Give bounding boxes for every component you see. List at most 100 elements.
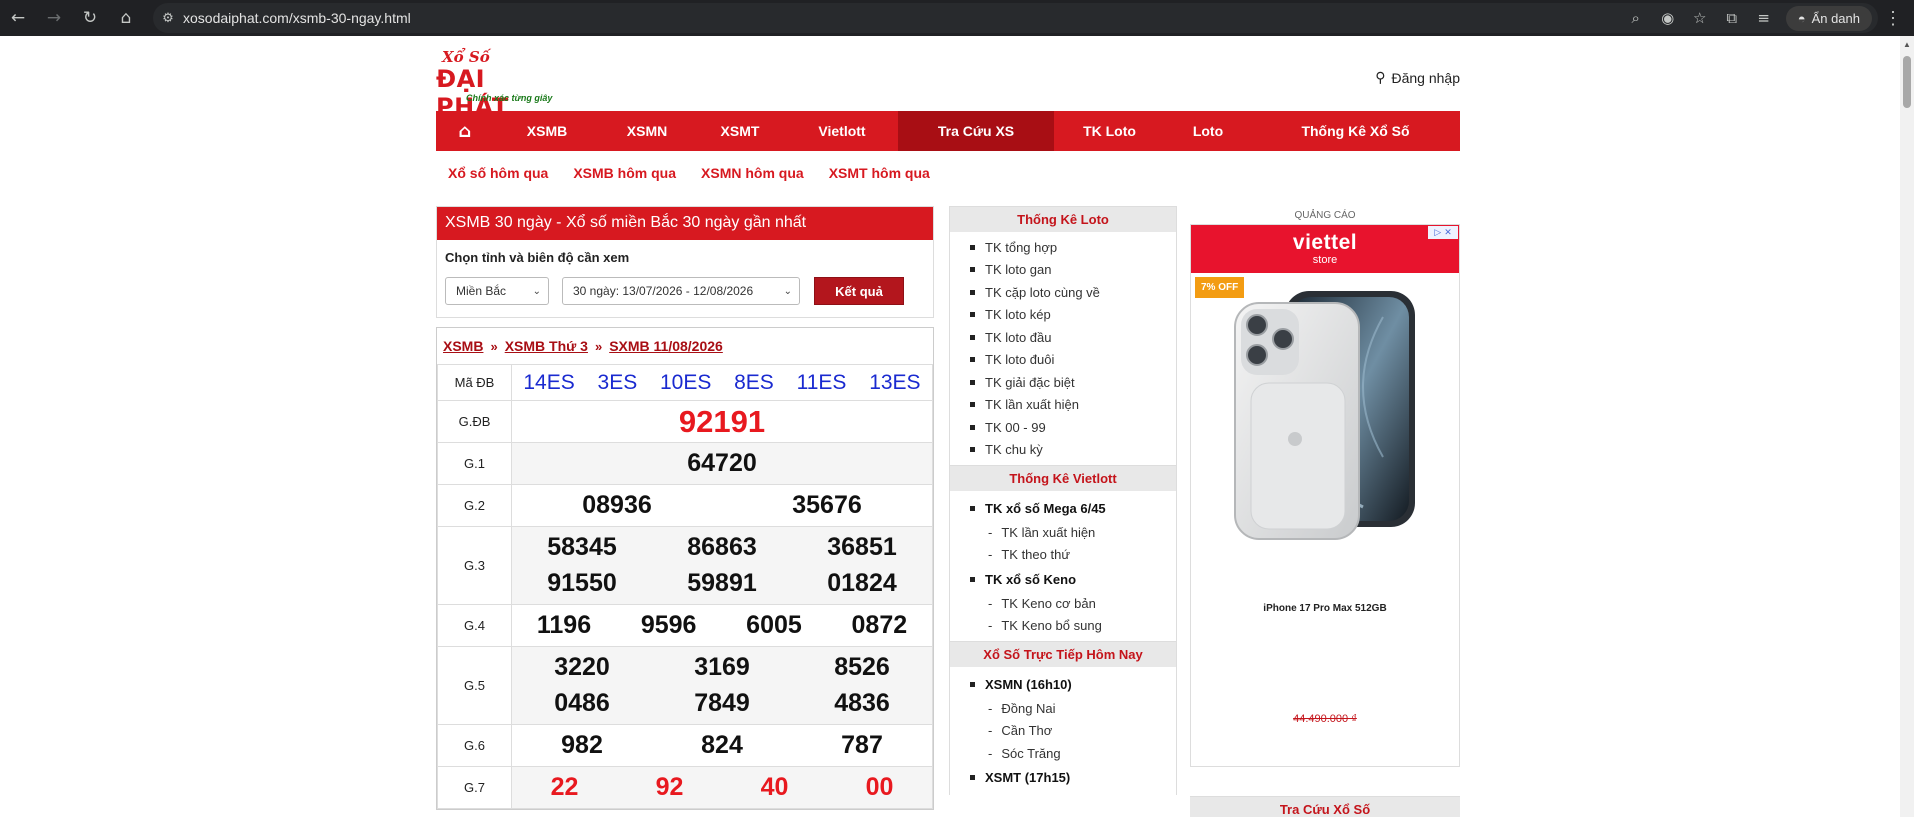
login-link[interactable]: ⚲ Đăng nhập bbox=[1375, 70, 1460, 86]
subnav-xsmt-hom-qua[interactable]: XSMT hôm qua bbox=[829, 165, 930, 181]
eye-off-icon[interactable]: ◉ bbox=[1652, 9, 1684, 27]
prize-number: 92 bbox=[655, 773, 684, 801]
sidebar-subitem[interactable]: - TK Keno bổ sung bbox=[970, 615, 1176, 638]
sidebar-item[interactable]: TK loto kép bbox=[970, 304, 1176, 327]
sidebar-subitem[interactable]: - Cần Thơ bbox=[970, 720, 1176, 743]
extensions-icon[interactable]: ⧉ bbox=[1716, 9, 1748, 27]
sidebar-item[interactable]: TK loto gan bbox=[970, 259, 1176, 282]
sidebar-item-keno[interactable]: TK xổ số Keno bbox=[970, 566, 1176, 592]
subnav-xsmb-hom-qua[interactable]: XSMB hôm qua bbox=[573, 165, 676, 181]
dash-icon: - bbox=[988, 700, 993, 716]
forward-icon[interactable]: → bbox=[36, 0, 72, 36]
submit-button[interactable]: Kết quả bbox=[814, 277, 904, 305]
nav-vietlott[interactable]: Vietlott bbox=[786, 111, 898, 151]
prize-number: 787 bbox=[841, 731, 883, 759]
prize-number: 8526 bbox=[834, 653, 890, 681]
ad-banner[interactable]: viettel store ▷ ✕ 7% OFF iPhone 17 Pro M… bbox=[1190, 224, 1460, 767]
table-row: G.6 982 824 787 bbox=[437, 724, 933, 767]
sidebar-subitem[interactable]: - TK theo thứ bbox=[970, 544, 1176, 567]
site-info-icon[interactable]: ⚙ bbox=[153, 11, 183, 26]
home-icon[interactable]: ⌂ bbox=[108, 0, 144, 36]
nav-loto[interactable]: Loto bbox=[1165, 111, 1251, 151]
nav-xsmb[interactable]: XSMB bbox=[494, 111, 600, 151]
sidebar-item-label: TK loto đuôi bbox=[985, 352, 1055, 368]
logo-small-text: Xổ Số bbox=[442, 48, 490, 66]
chevron-down-icon: ⌄ bbox=[532, 285, 541, 297]
nav-thong-ke-xo-so[interactable]: Thống Kê Xổ Số bbox=[1251, 111, 1460, 151]
page-scrollbar[interactable]: ▲ bbox=[1900, 36, 1914, 817]
bullet-icon bbox=[970, 447, 975, 453]
sidebar-subitem[interactable]: - TK lần xuất hiện bbox=[970, 521, 1176, 544]
close-icon[interactable]: ✕ bbox=[1444, 227, 1452, 238]
sidebar-item-label: Sóc Trăng bbox=[1001, 745, 1061, 761]
crumb-xsmb-thu-3[interactable]: XSMB Thứ 3 bbox=[505, 338, 588, 354]
sidebar-item[interactable]: TK lần xuất hiện bbox=[970, 394, 1176, 417]
browser-toolbar: ← → ↻ ⌂ ⚙ xosodaiphat.com/xsmb-30-ngay.h… bbox=[0, 0, 1914, 36]
scrollbar-thumb[interactable] bbox=[1903, 56, 1911, 108]
back-icon[interactable]: ← bbox=[0, 0, 36, 36]
zoom-icon[interactable]: ⌕ bbox=[1620, 9, 1652, 27]
special-code: 10ES bbox=[659, 370, 712, 394]
nav-xsmn[interactable]: XSMN bbox=[600, 111, 694, 151]
dash-icon: - bbox=[988, 723, 993, 739]
crumb-xsmb[interactable]: XSMB bbox=[443, 338, 483, 354]
sidebar-item-xsmt[interactable]: XSMT (17h15) bbox=[970, 765, 1176, 791]
nav-tk-loto[interactable]: TK Loto bbox=[1054, 111, 1165, 151]
main-nav: ⌂ XSMB XSMN XSMT Vietlott Tra Cứu XS TK … bbox=[436, 111, 1460, 151]
prize-number: 08936 bbox=[582, 491, 652, 519]
sidebar-item-label: TK xổ số Mega 6/45 bbox=[985, 500, 1106, 516]
sidebar-item[interactable]: TK loto đuôi bbox=[970, 349, 1176, 372]
dash-icon: - bbox=[988, 524, 993, 540]
nav-tra-cuu-xs[interactable]: Tra Cứu XS bbox=[898, 111, 1054, 151]
sidebar-item[interactable]: TK 00 - 99 bbox=[970, 416, 1176, 439]
special-code: 8ES bbox=[734, 370, 774, 394]
sidebar-item-xsmn[interactable]: XSMN (16h10) bbox=[970, 671, 1176, 697]
reload-icon[interactable]: ↻ bbox=[72, 0, 108, 36]
sidebar-item[interactable]: TK chu kỳ bbox=[970, 439, 1176, 462]
bullet-icon bbox=[970, 267, 975, 273]
dash-icon: - bbox=[988, 547, 993, 563]
sidebar-subitem[interactable]: - Đồng Nai bbox=[970, 697, 1176, 720]
sidebar-item-label: TK loto kép bbox=[985, 307, 1051, 323]
sidebar-item-mega[interactable]: TK xổ số Mega 6/45 bbox=[970, 495, 1176, 521]
bullet-icon bbox=[970, 681, 975, 687]
media-icon[interactable]: ≡ bbox=[1748, 9, 1780, 27]
prize-number: 7849 bbox=[694, 689, 750, 717]
prize-number: 6005 bbox=[746, 611, 802, 639]
sidebar-subitem[interactable]: - TK Keno cơ bản bbox=[970, 592, 1176, 615]
adchoices-icon[interactable]: ▷ ✕ bbox=[1428, 226, 1458, 239]
range-select-value: 30 ngày: 13/07/2026 - 12/08/2026 bbox=[573, 284, 754, 298]
sidebar-item-label: XSMN (16h10) bbox=[985, 676, 1072, 692]
browser-menu-icon[interactable]: ⋮ bbox=[1884, 0, 1902, 36]
dash-icon: - bbox=[988, 618, 993, 634]
subnav-xo-so-hom-qua[interactable]: Xổ số hôm qua bbox=[448, 165, 548, 181]
bullet-icon bbox=[970, 424, 975, 430]
chevron-down-icon: ⌄ bbox=[783, 285, 792, 297]
url-text[interactable]: xosodaiphat.com/xsmb-30-ngay.html bbox=[183, 10, 411, 26]
sidebar-item-label: Cần Thơ bbox=[1001, 723, 1053, 739]
address-bar[interactable]: ⚙ xosodaiphat.com/xsmb-30-ngay.html ⌕ ◉ … bbox=[153, 3, 1878, 33]
subnav-xsmn-hom-qua[interactable]: XSMN hôm qua bbox=[701, 165, 804, 181]
bookmark-star-icon[interactable]: ☆ bbox=[1684, 9, 1716, 27]
breadcrumb: XSMB » XSMB Thứ 3 » SXMB 11/08/2026 bbox=[437, 328, 933, 364]
region-select[interactable]: Miền Bắc ⌄ bbox=[445, 277, 549, 305]
sidebar-item[interactable]: TK giải đặc biệt bbox=[970, 371, 1176, 394]
incognito-badge[interactable]: ◓ Ẩn danh bbox=[1785, 5, 1872, 31]
stats-sidebar: Thống Kê Loto TK tổng hợp TK loto gan TK… bbox=[949, 206, 1177, 795]
prize-label: G.1 bbox=[437, 442, 512, 485]
incognito-label: Ẩn danh bbox=[1811, 10, 1860, 26]
sidebar-item[interactable]: TK loto đầu bbox=[970, 326, 1176, 349]
crumb-date[interactable]: SXMB 11/08/2026 bbox=[609, 338, 723, 354]
vietlott-stats-heading: Thống Kê Vietlott bbox=[950, 465, 1176, 491]
site-logo[interactable]: Xổ Số ĐẠI PHÁT Chính xác từng giây bbox=[436, 48, 566, 121]
product-name: iPhone 17 Pro Max 512GB bbox=[1263, 603, 1387, 614]
sidebar-item-label: TK theo thứ bbox=[1001, 547, 1071, 563]
home-nav-icon[interactable]: ⌂ bbox=[436, 111, 494, 151]
sidebar-item[interactable]: TK tổng hợp bbox=[970, 236, 1176, 259]
table-row: G.3 58345 86863 36851 91550 59891 01824 bbox=[437, 526, 933, 605]
range-select[interactable]: 30 ngày: 13/07/2026 - 12/08/2026 ⌄ bbox=[562, 277, 800, 305]
sidebar-item[interactable]: TK cặp loto cùng về bbox=[970, 281, 1176, 304]
nav-xsmt[interactable]: XSMT bbox=[694, 111, 786, 151]
scroll-up-icon[interactable]: ▲ bbox=[1903, 40, 1911, 49]
sidebar-subitem[interactable]: - Sóc Trăng bbox=[970, 742, 1176, 765]
